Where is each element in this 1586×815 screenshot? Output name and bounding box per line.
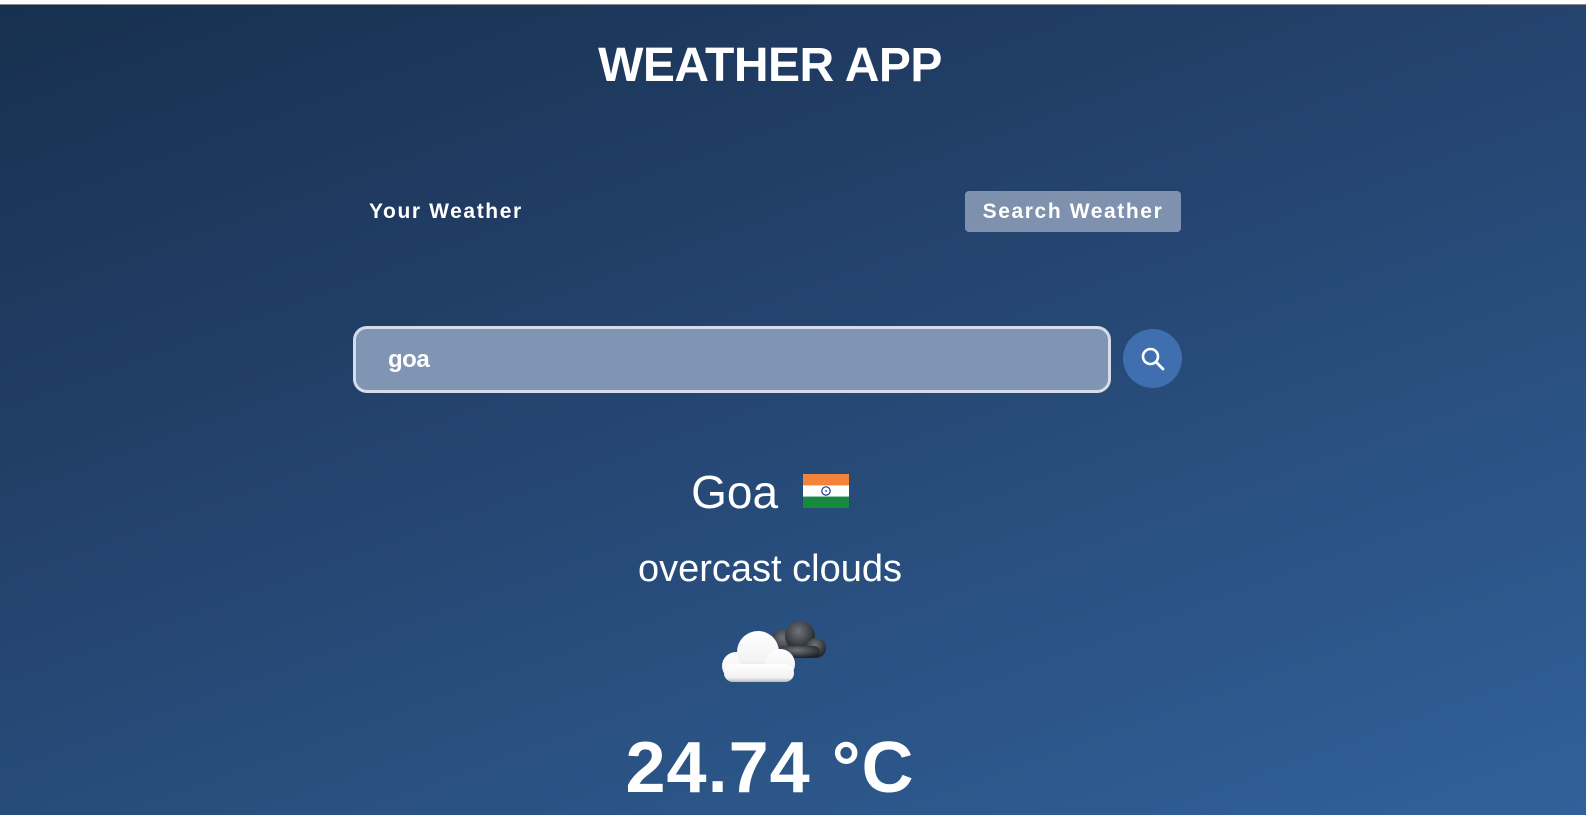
search-button[interactable] xyxy=(1123,329,1182,388)
app-title: WEATHER APP xyxy=(598,39,942,92)
overcast-clouds-icon xyxy=(712,618,832,690)
tab-search-weather[interactable]: Search Weather xyxy=(965,191,1181,232)
window-top-border xyxy=(0,0,1586,5)
temperature-value: 24.74 °C xyxy=(625,728,915,808)
city-heading: Goa xyxy=(0,462,1540,522)
city-name: Goa xyxy=(691,466,779,518)
search-icon xyxy=(1141,347,1164,370)
tab-your-weather[interactable]: Your Weather xyxy=(355,191,537,232)
india-flag-icon xyxy=(802,462,849,522)
city-search-input[interactable] xyxy=(353,326,1111,393)
weather-description: overcast clouds xyxy=(637,548,902,590)
